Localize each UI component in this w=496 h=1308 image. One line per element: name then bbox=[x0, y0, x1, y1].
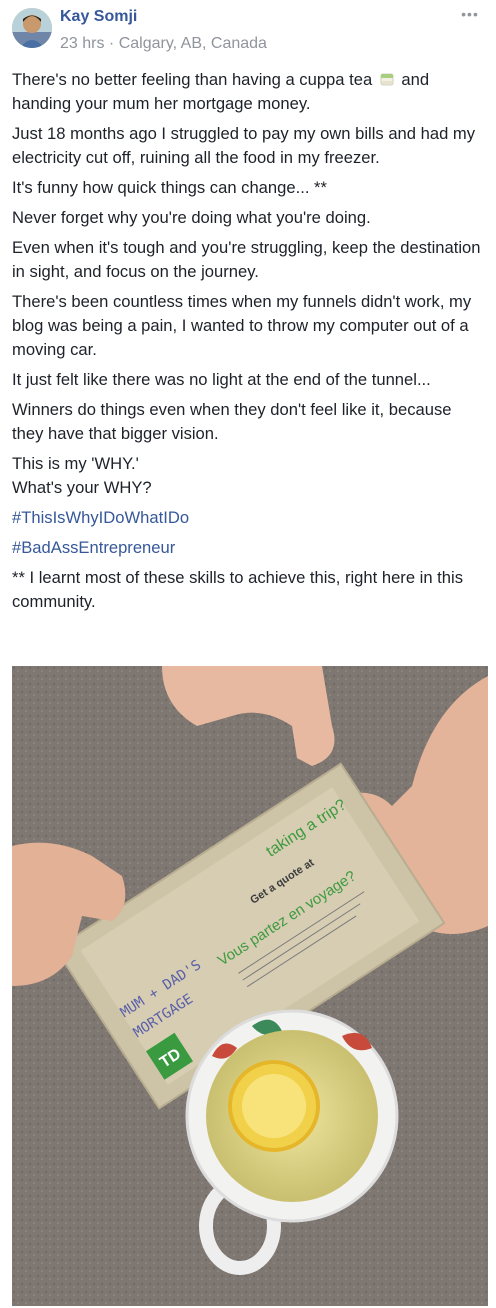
meta-separator: · bbox=[108, 35, 115, 52]
post-paragraph: It just felt like there was no light at … bbox=[12, 370, 431, 389]
hashtag-link[interactable]: #BadAssEntrepreneur bbox=[12, 538, 175, 557]
author-avatar-image bbox=[12, 8, 52, 48]
post-paragraph: It's funny how quick things can change..… bbox=[12, 178, 327, 197]
post-paragraph: ** I learnt most of these skills to achi… bbox=[12, 568, 464, 611]
post-paragraph: Just 18 months ago I struggled to pay my… bbox=[12, 124, 476, 167]
post-paragraph: There's no better feeling than having a … bbox=[12, 68, 486, 116]
post-paragraph: Never forget why you're doing what you'r… bbox=[12, 208, 371, 227]
post-paragraph: This is my 'WHY.' bbox=[12, 454, 139, 473]
post-body: There's no better feeling than having a … bbox=[12, 68, 486, 620]
post-paragraph: Even when it's tough and you're struggli… bbox=[12, 238, 481, 281]
facebook-post: Kay Somji 23 hrs · Calgary, AB, Canada •… bbox=[0, 0, 496, 1308]
author-avatar[interactable] bbox=[12, 8, 52, 48]
post-meta: 23 hrs · Calgary, AB, Canada bbox=[60, 35, 267, 53]
author-name-link[interactable]: Kay Somji bbox=[60, 8, 137, 26]
more-options-icon[interactable]: ••• bbox=[458, 6, 482, 22]
hashtag-paragraph: #BadAssEntrepreneur bbox=[12, 536, 486, 560]
paragraph-text: There's no better feeling than having a … bbox=[12, 70, 377, 89]
tea-cup-emoji-icon bbox=[380, 73, 394, 86]
post-paragraph: There's been countless times when my fun… bbox=[12, 292, 472, 359]
post-timestamp[interactable]: 23 hrs bbox=[60, 35, 104, 52]
post-photo[interactable]: taking a trip? Get a quote at Vous parte… bbox=[12, 666, 488, 1306]
photo-illustration: taking a trip? Get a quote at Vous parte… bbox=[12, 666, 488, 1306]
hashtag-link[interactable]: #ThisIsWhyIDoWhatIDo bbox=[12, 508, 189, 527]
post-location[interactable]: Calgary, AB, Canada bbox=[119, 35, 267, 52]
post-header: Kay Somji 23 hrs · Calgary, AB, Canada •… bbox=[12, 6, 484, 56]
post-paragraph: What's your WHY? bbox=[12, 478, 152, 497]
hashtag-paragraph: #ThisIsWhyIDoWhatIDo bbox=[12, 506, 486, 530]
post-paragraph: Winners do things even when they don't f… bbox=[12, 400, 452, 443]
